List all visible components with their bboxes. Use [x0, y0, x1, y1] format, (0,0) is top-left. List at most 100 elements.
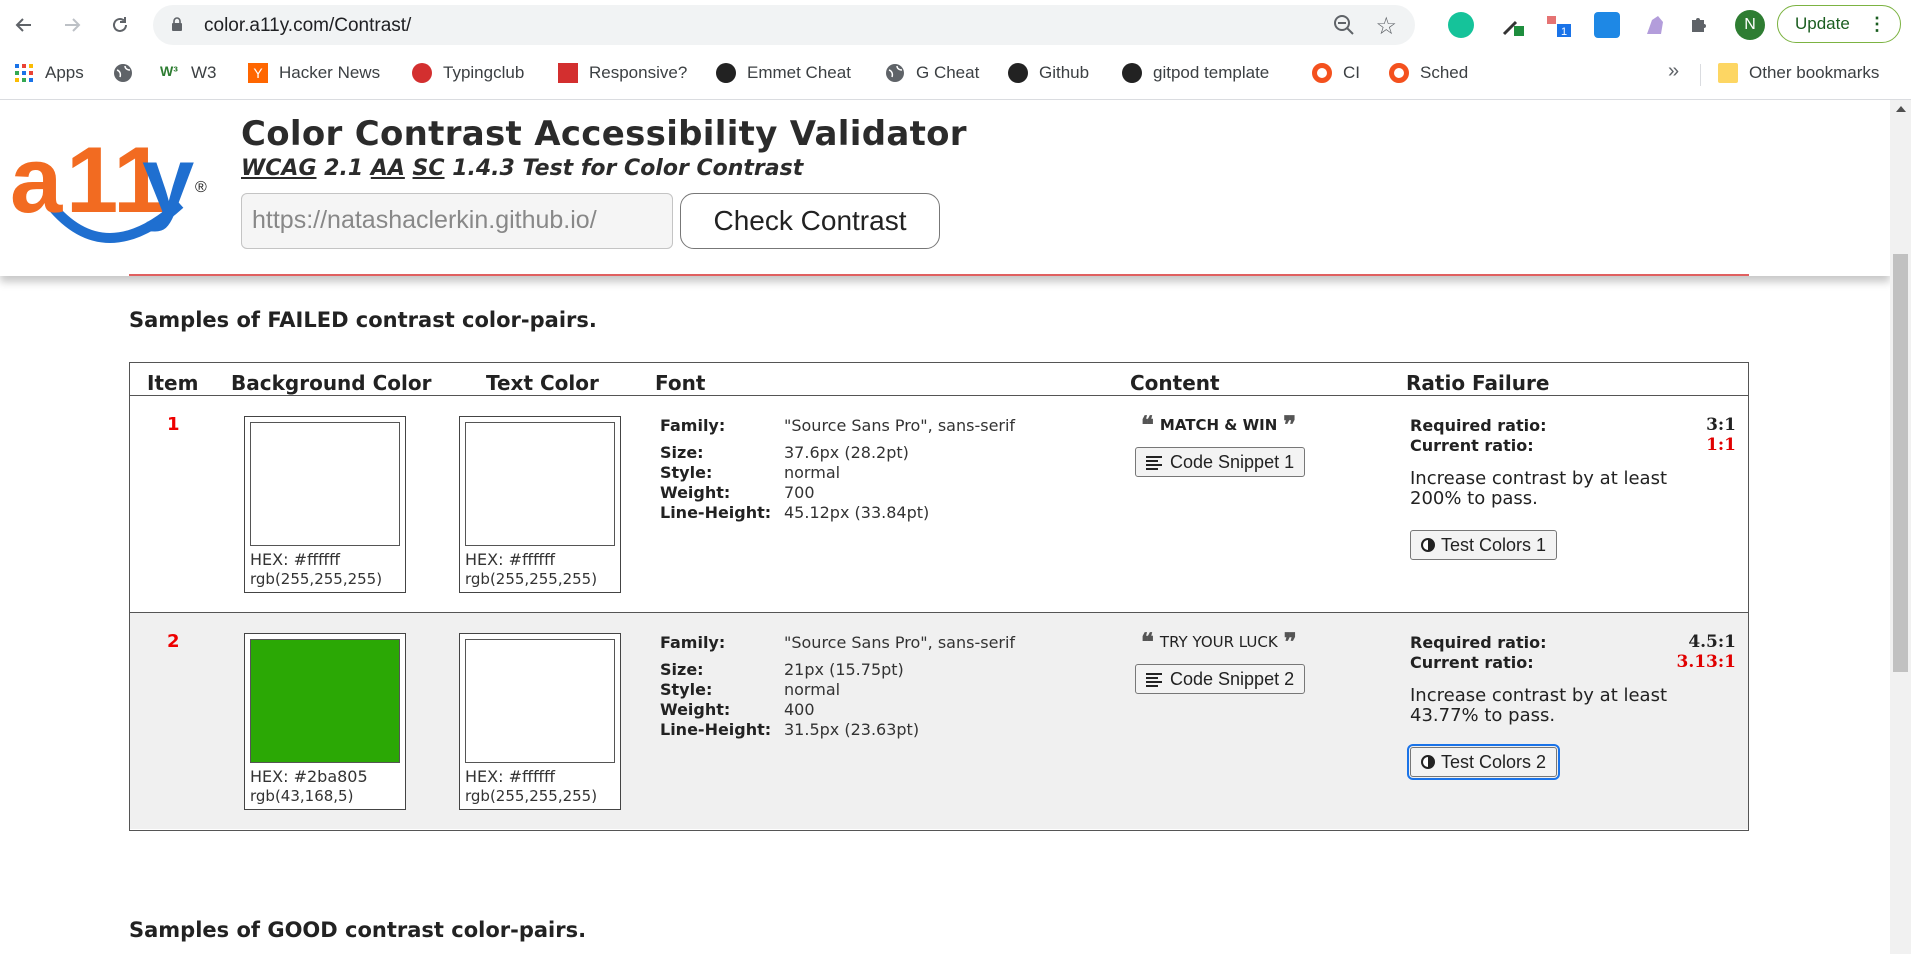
background-hex: HEX: #ffffff: [250, 550, 341, 569]
address-bar[interactable]: color.a11y.com/Contrast/ ☆: [153, 5, 1415, 45]
reload-icon[interactable]: [106, 11, 134, 39]
required-ratio-value: 3:1: [1706, 415, 1736, 435]
bookmark-hacker-news[interactable]: Y Hacker News: [248, 60, 380, 86]
test-colors-button[interactable]: Test Colors 2: [1406, 744, 1561, 780]
content-sample: ❝ TRY YOUR LUCK ❞: [1135, 627, 1303, 656]
page-subtitle: WCAG 2.1 AA SC 1.4.3 Test for Color Cont…: [241, 156, 803, 181]
font-weight-label: Weight:: [660, 483, 731, 502]
check-contrast-button[interactable]: Check Contrast: [680, 193, 940, 249]
header-divider: [129, 274, 1749, 276]
bookmark-sched[interactable]: Sched: [1389, 60, 1468, 86]
line-height-value: 45.12px (33.84pt): [784, 503, 930, 522]
sc-abbr[interactable]: SC: [413, 156, 445, 181]
required-ratio-label: Required ratio:: [1410, 416, 1547, 435]
font-family-value: "Source Sans Pro", sans-serif: [784, 633, 1016, 652]
background-hex: HEX: #2ba805: [250, 767, 368, 786]
test-colors-button[interactable]: Test Colors 1: [1410, 530, 1558, 560]
bookmark-globe[interactable]: [113, 60, 144, 86]
unicorn-extension-icon[interactable]: [1642, 12, 1668, 38]
column-header-item: Item: [147, 371, 199, 395]
other-bookmarks[interactable]: Other bookmarks: [1718, 60, 1879, 86]
bookmark-typingclub[interactable]: Typingclub: [412, 60, 524, 86]
forward-arrow-icon[interactable]: [58, 11, 86, 39]
zoom-icon[interactable]: [1333, 14, 1355, 36]
font-style-label: Style:: [660, 680, 713, 699]
bookmark-gitpod-template[interactable]: gitpod template: [1122, 60, 1269, 86]
column-header-text-color: Text Color: [486, 371, 599, 395]
folder-icon: [1718, 63, 1738, 83]
bookmark-github[interactable]: Github: [1008, 60, 1089, 86]
close-quote-icon: ❞: [1283, 627, 1297, 656]
bookmark-w3[interactable]: W³ W3: [160, 60, 217, 86]
subtitle-text: [405, 156, 413, 181]
bookmark-ci[interactable]: CI: [1312, 60, 1360, 86]
test-colors-label: Test Colors 2: [1441, 751, 1547, 772]
bookmark-label: G Cheat: [916, 63, 980, 82]
bookmark-label: Hacker News: [279, 63, 381, 82]
line-height-label: Line-Height:: [660, 503, 772, 522]
subtitle-text: 1.4.3 Test for Color Contrast: [444, 156, 804, 181]
aa-abbr[interactable]: AA: [371, 156, 405, 181]
cube-extension-icon[interactable]: [1594, 12, 1620, 38]
page-scrollbar[interactable]: [1890, 100, 1911, 954]
content-sample-text: MATCH & WIN: [1159, 416, 1278, 434]
github-icon: [1122, 63, 1142, 83]
contrast-icon: [1421, 538, 1435, 552]
logo-registered-mark: ®: [195, 179, 207, 196]
column-header-background-color: Background Color: [231, 371, 432, 395]
globe-icon: [885, 63, 905, 83]
code-snippet-button[interactable]: Code Snippet 2: [1135, 664, 1306, 694]
extension-badge-icon[interactable]: 1: [1545, 12, 1571, 38]
font-size-value: 37.6px (28.2pt): [784, 443, 909, 462]
background-rgb: rgb(43,168,5): [250, 787, 354, 805]
url-text[interactable]: color.a11y.com/Contrast/: [204, 15, 411, 37]
menu-dots-icon[interactable]: ⋮: [1868, 6, 1886, 42]
font-style-label: Style:: [660, 463, 713, 482]
bookmark-responsive[interactable]: Responsive?: [558, 60, 687, 86]
line-height-label: Line-Height:: [660, 720, 772, 739]
bookmark-star-icon[interactable]: ☆: [1375, 12, 1397, 41]
browser-chrome: color.a11y.com/Contrast/ ☆ 1 N Update ⋮: [0, 0, 1911, 100]
failed-results-table: Item Background Color Text Color Font Co…: [129, 362, 1749, 831]
profile-avatar[interactable]: N: [1735, 10, 1765, 40]
scrollbar-thumb[interactable]: [1893, 254, 1908, 672]
svg-text:1: 1: [1561, 26, 1567, 38]
a11y-logo[interactable]: a 11 y ®: [10, 112, 220, 252]
bookmark-label: gitpod template: [1153, 63, 1270, 82]
font-size-label: Size:: [660, 660, 704, 679]
url-input[interactable]: https://natashaclerkin.github.io/: [241, 193, 673, 249]
align-left-icon: [1146, 672, 1162, 687]
text-rgb: rgb(255,255,255): [465, 570, 598, 588]
puzzle-extensions-icon[interactable]: [1688, 12, 1714, 38]
background-color-cell: HEX: #2ba805 rgb(43,168,5): [244, 633, 406, 810]
bookmark-emmet-cheat[interactable]: Emmet Cheat: [716, 60, 851, 86]
text-rgb: rgb(255,255,255): [465, 787, 598, 805]
browser-toolbar: color.a11y.com/Contrast/ ☆ 1 N Update ⋮: [0, 0, 1911, 50]
text-hex: HEX: #ffffff: [465, 550, 556, 569]
more-bookmarks-chevron[interactable]: »: [1668, 60, 1679, 83]
scroll-up-arrow-icon[interactable]: [1896, 106, 1906, 112]
line-height-value: 31.5px (23.63pt): [784, 720, 920, 739]
eyedropper-extension-icon[interactable]: [1500, 12, 1526, 38]
text-color-swatch: [465, 639, 615, 763]
background-rgb: rgb(255,255,255): [250, 570, 383, 588]
bookmark-g-cheat[interactable]: G Cheat: [885, 60, 979, 86]
required-ratio-value: 4.5:1: [1688, 632, 1736, 652]
background-color-cell: HEX: #ffffff rgb(255,255,255): [244, 416, 406, 593]
bookmark-apps[interactable]: Apps: [14, 60, 84, 86]
bookmarks-bar: Apps W³ W3 Y Hacker News Typingclub Resp…: [0, 56, 1911, 90]
grammarly-extension-icon[interactable]: [1448, 12, 1474, 38]
subtitle-text: 2.1: [316, 156, 371, 181]
code-snippet-button[interactable]: Code Snippet 1: [1135, 447, 1306, 477]
back-arrow-icon[interactable]: [10, 11, 38, 39]
wcag-abbr[interactable]: WCAG: [241, 156, 317, 181]
table-row: 2 HEX: #2ba805 rgb(43,168,5) HEX: #fffff…: [130, 613, 1748, 829]
current-ratio-value: 1:1: [1706, 435, 1736, 455]
bookmark-label: CI: [1343, 63, 1360, 82]
font-size-value: 21px (15.75pt): [784, 660, 904, 679]
update-button[interactable]: Update ⋮: [1777, 5, 1901, 43]
background-color-swatch: [250, 422, 400, 546]
text-color-cell: HEX: #ffffff rgb(255,255,255): [459, 633, 621, 810]
column-header-font: Font: [655, 371, 706, 395]
open-quote-icon: ❝: [1141, 410, 1154, 439]
